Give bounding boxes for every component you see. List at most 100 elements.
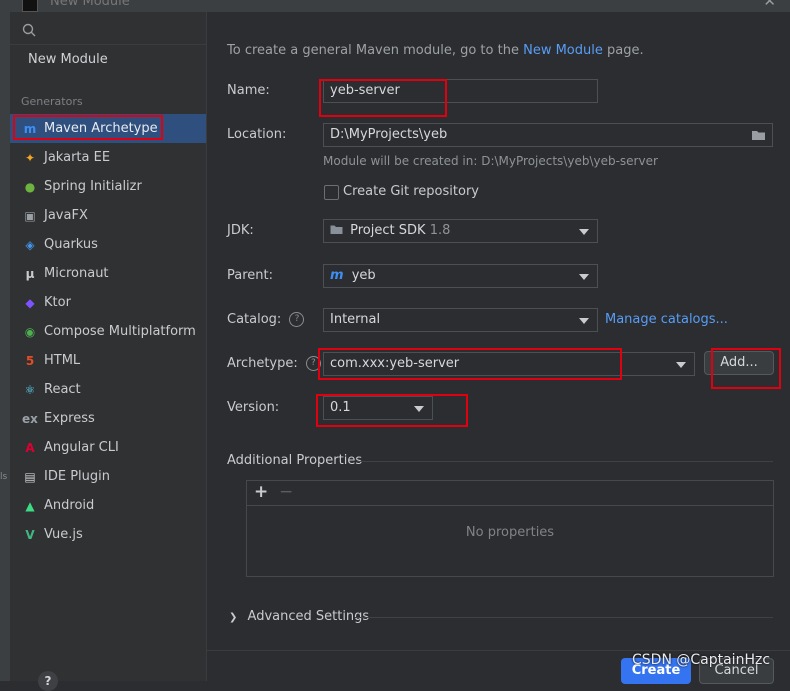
version-value: 0.1: [330, 400, 351, 415]
jdk-dropdown[interactable]: Project SDK 1.8: [323, 219, 598, 243]
jdk-value: Project SDK: [350, 223, 426, 238]
folder-icon: [330, 225, 343, 234]
chevron-down-icon: [579, 318, 589, 324]
sidebar-item-label: Micronaut: [44, 266, 109, 281]
chevron-down-icon: [414, 406, 424, 412]
chevron-down-icon: [579, 229, 589, 235]
footer-divider: [207, 650, 790, 651]
advanced-settings-toggle[interactable]: ❯ Advanced Settings: [229, 609, 369, 624]
sidebar-item-android[interactable]: ▲ Android: [10, 491, 206, 520]
close-icon[interactable]: ✕: [763, 0, 776, 10]
archetype-label: Archetype: ?: [227, 356, 321, 371]
sidebar-item-label: JavaFX: [44, 208, 88, 223]
sidebar-item-label: Angular CLI: [44, 440, 119, 455]
sidebar-item-angular-cli[interactable]: A Angular CLI: [10, 433, 206, 462]
generator-list: m Maven Archetype ✦ Jakarta EE ● Spring Initi…: [10, 114, 206, 549]
location-label: Location:: [227, 127, 287, 142]
express-icon: ex: [22, 411, 38, 426]
intro-prefix: To create a general Maven module, go to …: [227, 43, 519, 58]
sidebar-item-quarkus[interactable]: ◈ Quarkus: [10, 230, 206, 259]
sidebar-item-ide-plugin[interactable]: ▤ IDE Plugin: [10, 462, 206, 491]
background-window-edge: ls: [0, 12, 10, 681]
sidebar-item-label: IDE Plugin: [44, 469, 110, 484]
sidebar-item-label: Express: [44, 411, 95, 426]
location-field[interactable]: D:\MyProjects\yeb: [323, 123, 773, 147]
empty-properties-text: No properties: [465, 525, 555, 540]
location-value: D:\MyProjects\yeb: [330, 127, 448, 142]
sidebar-item-ktor[interactable]: ◆ Ktor: [10, 288, 206, 317]
name-field[interactable]: yeb-server: [323, 79, 598, 103]
intro-text: To create a general Maven module, go to …: [227, 43, 644, 58]
location-hint: Module will be created in: D:\MyProjects…: [323, 154, 658, 168]
section-divider: [355, 617, 773, 618]
parent-dropdown[interactable]: m yeb: [323, 264, 598, 288]
maven-icon: m: [330, 268, 344, 283]
sidebar-search[interactable]: [10, 18, 206, 45]
jdk-version: 1.8: [429, 223, 451, 238]
section-divider: [357, 461, 773, 462]
version-label: Version:: [227, 400, 280, 415]
sidebar-item-spring-initializr[interactable]: ● Spring Initializr: [10, 172, 206, 201]
maven-icon: m: [23, 121, 37, 136]
sidebar-item-label: Ktor: [44, 295, 71, 310]
parent-value: yeb: [351, 268, 376, 283]
additional-properties-title: Additional Properties: [227, 453, 363, 468]
sidebar-item-label: React: [44, 382, 81, 397]
sidebar-item-label: Spring Initializr: [44, 179, 142, 194]
new-module-link[interactable]: New Module: [523, 43, 603, 58]
new-module-item[interactable]: New Module: [28, 52, 108, 67]
chevron-right-icon: ❯: [229, 612, 238, 623]
sidebar-item-compose-multiplatform[interactable]: ◉ Compose Multiplatform: [10, 317, 206, 346]
sidebar-item-label: Android: [44, 498, 95, 513]
help-icon[interactable]: ?: [305, 356, 321, 371]
git-checkbox[interactable]: [324, 185, 339, 200]
sidebar-item-vue-js[interactable]: V Vue.js: [10, 520, 206, 549]
archetype-label-text: Archetype:: [227, 356, 298, 371]
remove-property-icon[interactable]: −: [279, 482, 293, 502]
add-property-icon[interactable]: +: [254, 482, 268, 502]
archetype-dropdown[interactable]: com.xxx:yeb-server: [323, 352, 695, 376]
html-icon: 5: [25, 353, 35, 368]
title-bar: New Module ✕: [0, 0, 790, 12]
watermark: CSDN @CaptainHzc: [632, 652, 771, 668]
sidebar-item-micronaut[interactable]: μ Micronaut: [10, 259, 206, 288]
sidebar-item-maven-archetype[interactable]: m Maven Archetype: [10, 114, 206, 143]
catalog-label: Catalog: ?: [227, 312, 305, 327]
sidebar-item-label: Vue.js: [44, 527, 83, 542]
ktor-icon: ◆: [25, 295, 35, 310]
sidebar-item-html[interactable]: 5 HTML: [10, 346, 206, 375]
sidebar-item-express[interactable]: ex Express: [10, 404, 206, 433]
ide-plugin-icon: ▤: [24, 469, 36, 484]
intro-suffix: page.: [607, 43, 644, 58]
vue-icon: V: [25, 527, 35, 542]
name-label: Name:: [227, 83, 270, 98]
manage-catalogs-link[interactable]: Manage catalogs...: [605, 312, 728, 327]
sidebar: New Module Generators m Maven Archetype ✦ J…: [10, 12, 207, 691]
version-dropdown[interactable]: 0.1: [323, 396, 433, 420]
sidebar-item-label: Maven Archetype: [44, 121, 158, 136]
micronaut-icon: μ: [25, 266, 35, 281]
jdk-label: JDK:: [227, 223, 254, 238]
help-button[interactable]: ?: [38, 671, 58, 691]
javafx-icon: ▣: [24, 208, 36, 223]
sidebar-item-label: Compose Multiplatform: [44, 324, 196, 339]
chevron-down-icon: [579, 274, 589, 280]
catalog-value: Internal: [330, 312, 381, 327]
sidebar-item-javafx[interactable]: ▣ JavaFX: [10, 201, 206, 230]
add-archetype-button[interactable]: Add...: [704, 351, 774, 375]
catalog-label-text: Catalog:: [227, 312, 282, 327]
sidebar-item-jakarta-ee[interactable]: ✦ Jakarta EE: [10, 143, 206, 172]
folder-icon[interactable]: [751, 129, 766, 141]
chevron-down-icon: [676, 362, 686, 368]
quarkus-icon: ◈: [25, 237, 35, 252]
help-icon[interactable]: ?: [289, 312, 305, 327]
compose-icon: ◉: [24, 324, 36, 339]
catalog-dropdown[interactable]: Internal: [323, 308, 598, 332]
search-icon: [22, 23, 36, 37]
properties-table: + − No properties: [246, 480, 774, 577]
edge-fragment: ls: [0, 472, 8, 482]
sidebar-item-label: HTML: [44, 353, 81, 368]
sidebar-item-react[interactable]: ⚛ React: [10, 375, 206, 404]
app-icon: [22, 0, 38, 12]
generators-header: Generators: [21, 95, 83, 108]
